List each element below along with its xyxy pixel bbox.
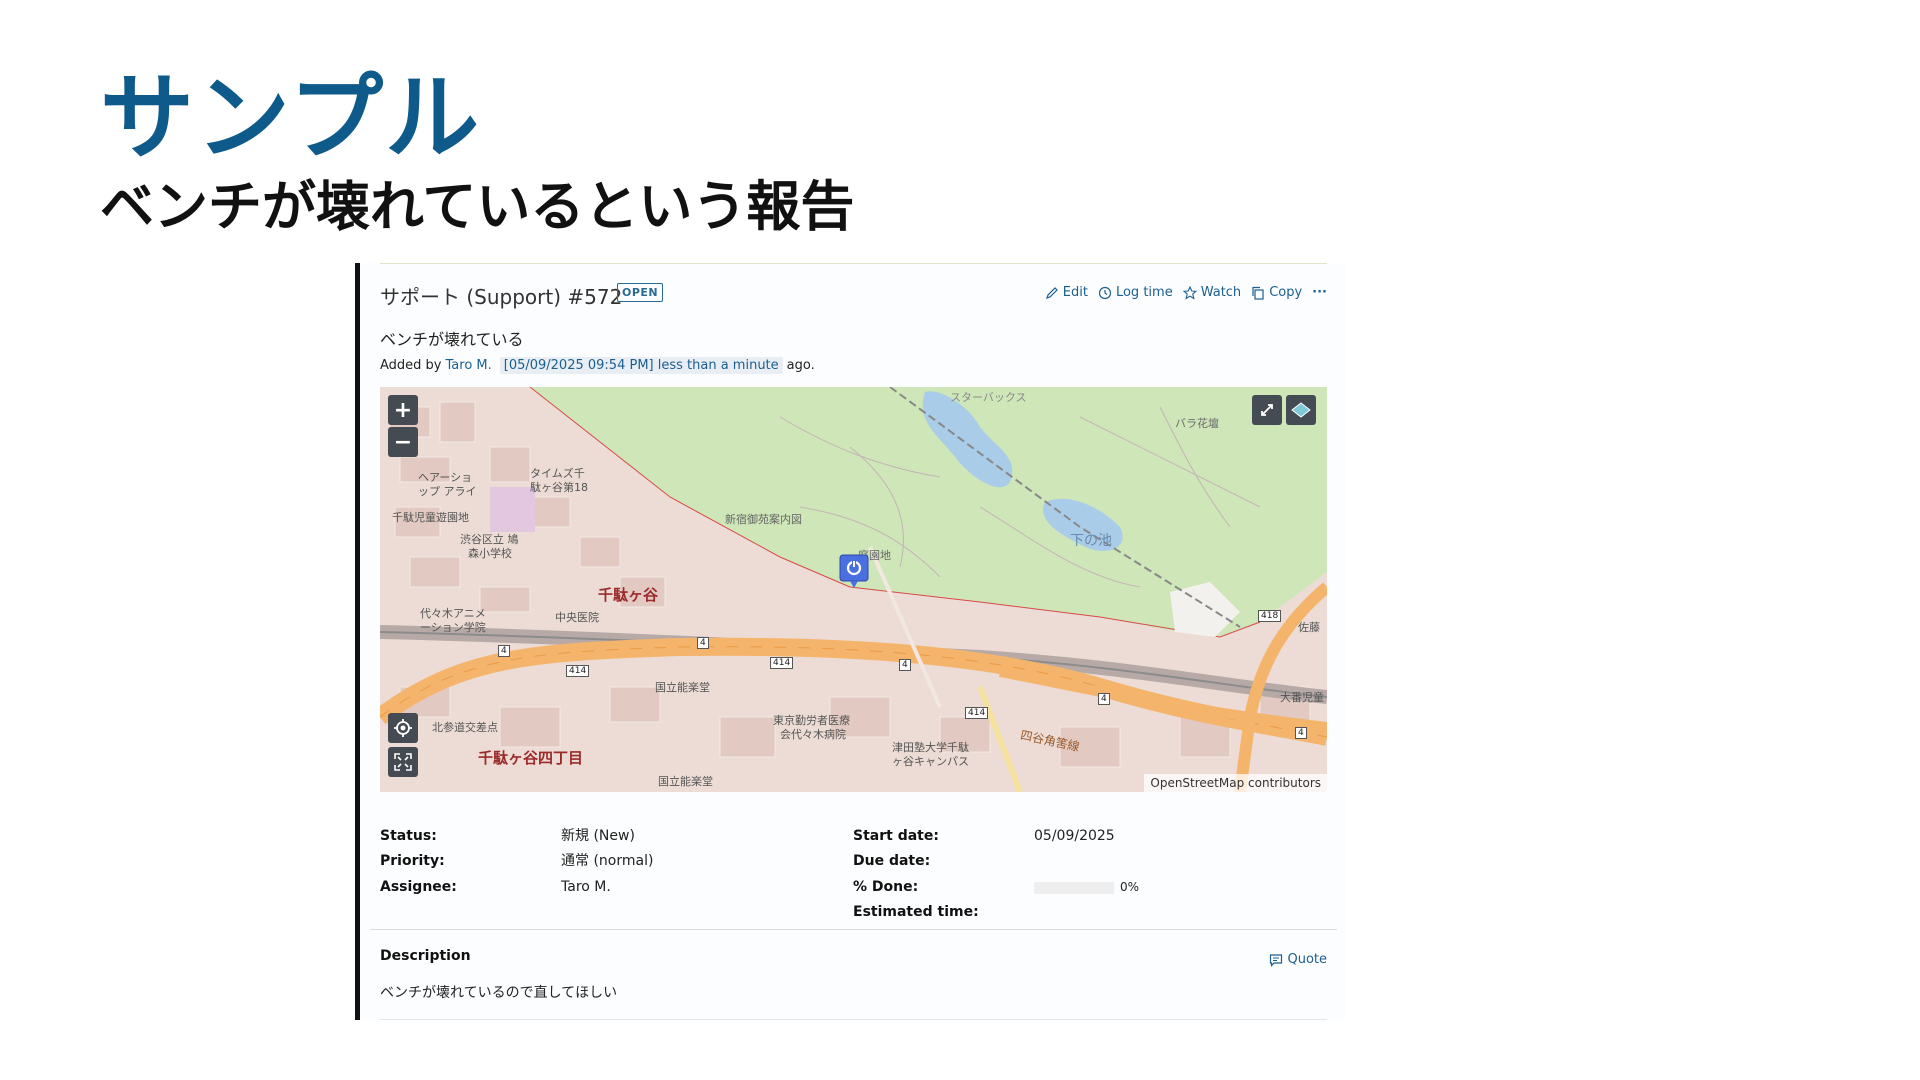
log-time-action[interactable]: Log time: [1098, 285, 1173, 300]
estimated-time-label: Estimated time:: [853, 904, 979, 920]
quote-label: Quote: [1287, 952, 1327, 967]
progress-bar: [1034, 881, 1114, 894]
map-label-hospital2b: 会代々木病院: [780, 728, 846, 741]
timestamp-link[interactable]: [05/09/2025 09:54 PM] less than a minute: [499, 357, 783, 374]
route-shield-4: 4: [498, 645, 510, 657]
clock-icon: [1098, 286, 1112, 299]
map-label-sato: 佐藤: [1298, 621, 1320, 634]
assignee-link[interactable]: Taro M.: [561, 877, 611, 897]
description-heading: Description: [380, 948, 471, 964]
issue-panel: サポート (Support) #572 OPEN Edit Log time W…: [355, 263, 1345, 1020]
route-shield-414: 414: [566, 665, 590, 677]
route-shield-414: 414: [770, 657, 794, 669]
slide-subtitle: ベンチが壊れているという報告: [100, 175, 855, 238]
status-label: Status:: [380, 828, 437, 844]
copy-action[interactable]: Copy: [1251, 285, 1302, 300]
fit-bounds-icon: [394, 753, 412, 771]
status-badge: OPEN: [617, 283, 664, 302]
route-shield-4: 4: [899, 659, 911, 671]
route-shield-4: 4: [1295, 727, 1307, 739]
panel-bottom-divider: [380, 1019, 1327, 1020]
log-time-label: Log time: [1115, 285, 1173, 300]
author-link[interactable]: Taro M.: [446, 358, 492, 373]
priority-label: Priority:: [380, 853, 445, 869]
map-label-anime-2: ーション学院: [420, 621, 486, 634]
comment-icon: [1270, 953, 1283, 967]
map-label-noh2: 国立能楽堂: [658, 775, 713, 788]
edit-label: Edit: [1062, 285, 1088, 300]
percent-done-label: % Done:: [853, 879, 919, 895]
map-label-hair-shop-2: ップ アライ: [418, 485, 477, 498]
due-date-label: Due date:: [853, 853, 931, 869]
quote-button[interactable]: Quote: [1269, 952, 1327, 967]
map-label-rose-garden: バラ花壇: [1175, 417, 1219, 430]
priority-value: 通常 (normal): [561, 853, 654, 869]
issue-marker-icon[interactable]: [838, 553, 870, 591]
map-label-sendagaya4: 千駄ヶ谷四丁目: [478, 749, 584, 767]
pencil-icon: [1045, 286, 1058, 299]
percent-done-text: 0%: [1120, 880, 1140, 894]
layers-button[interactable]: [1286, 395, 1316, 425]
expand-icon: [1261, 404, 1273, 416]
edit-action[interactable]: Edit: [1045, 285, 1088, 300]
map-label-daibanchi: 大番児童: [1280, 691, 1324, 704]
description-text: ベンチが壊れているので直してほしい: [380, 985, 618, 1001]
watch-label: Watch: [1200, 285, 1242, 300]
map-label-kitasando: 北参道交差点: [432, 721, 498, 734]
map-label-park: 千駄児童遊園地: [392, 511, 469, 524]
status-value: 新規 (New): [561, 828, 635, 844]
added-by-prefix: Added by: [380, 358, 442, 373]
crosshair-icon: [394, 719, 412, 737]
start-date-value: 05/09/2025: [1034, 828, 1115, 844]
map-label-times-2: 駄ヶ谷第18: [530, 481, 588, 494]
map-label-starbucks: スターバックス: [950, 391, 1027, 404]
section-divider: [370, 929, 1337, 930]
star-icon: [1182, 285, 1197, 300]
map-view[interactable]: スターバックス バラ花壇 ヘアーショ ップ アライ タイムズ千 駄ヶ谷第18 千…: [380, 387, 1327, 792]
fullscreen-button[interactable]: [1252, 395, 1282, 425]
layers-icon: [1291, 402, 1311, 418]
copy-label: Copy: [1269, 285, 1303, 300]
issue-actions: Edit Log time Watch Copy ···: [1045, 285, 1327, 300]
fit-bounds-button[interactable]: [388, 747, 418, 777]
map-label-school-2: 森小学校: [468, 547, 512, 560]
watch-action[interactable]: Watch: [1182, 285, 1242, 300]
route-shield-418: 418: [1258, 610, 1282, 622]
locate-button[interactable]: [388, 713, 418, 743]
added-by-line: Added by Taro M. [05/09/2025 09:54 PM] l…: [380, 357, 815, 374]
start-date-label: Start date:: [853, 828, 939, 844]
map-attribution[interactable]: OpenStreetMap contributors: [1144, 774, 1327, 792]
route-shield-4: 4: [697, 637, 709, 649]
map-label-pond: 下の池: [1070, 533, 1112, 549]
map-label-guide: 新宿御苑案内図: [725, 513, 802, 526]
assignee-label: Assignee:: [380, 879, 457, 895]
zoom-out-button[interactable]: −: [388, 427, 418, 457]
map-label-noh: 国立能楽堂: [655, 681, 710, 694]
more-actions-button[interactable]: ···: [1312, 285, 1327, 300]
zoom-in-button[interactable]: +: [388, 395, 418, 425]
issue-subject: ベンチが壊れている: [380, 330, 524, 349]
map-label-sendagaya: 千駄ヶ谷: [598, 586, 659, 604]
issue-title: サポート (Support) #572: [380, 285, 623, 309]
route-shield-414: 414: [965, 707, 989, 719]
map-label-hospital: 中央医院: [555, 611, 599, 624]
copy-icon: [1252, 286, 1264, 300]
route-shield-4: 4: [1098, 693, 1110, 705]
slide-title: サンプル: [100, 64, 482, 173]
added-suffix: ago.: [786, 358, 815, 373]
percent-done-value: 0%: [1034, 877, 1139, 897]
panel-top-divider: [380, 263, 1327, 264]
map-label-tsuda-2: ヶ谷キャンパス: [892, 755, 969, 768]
